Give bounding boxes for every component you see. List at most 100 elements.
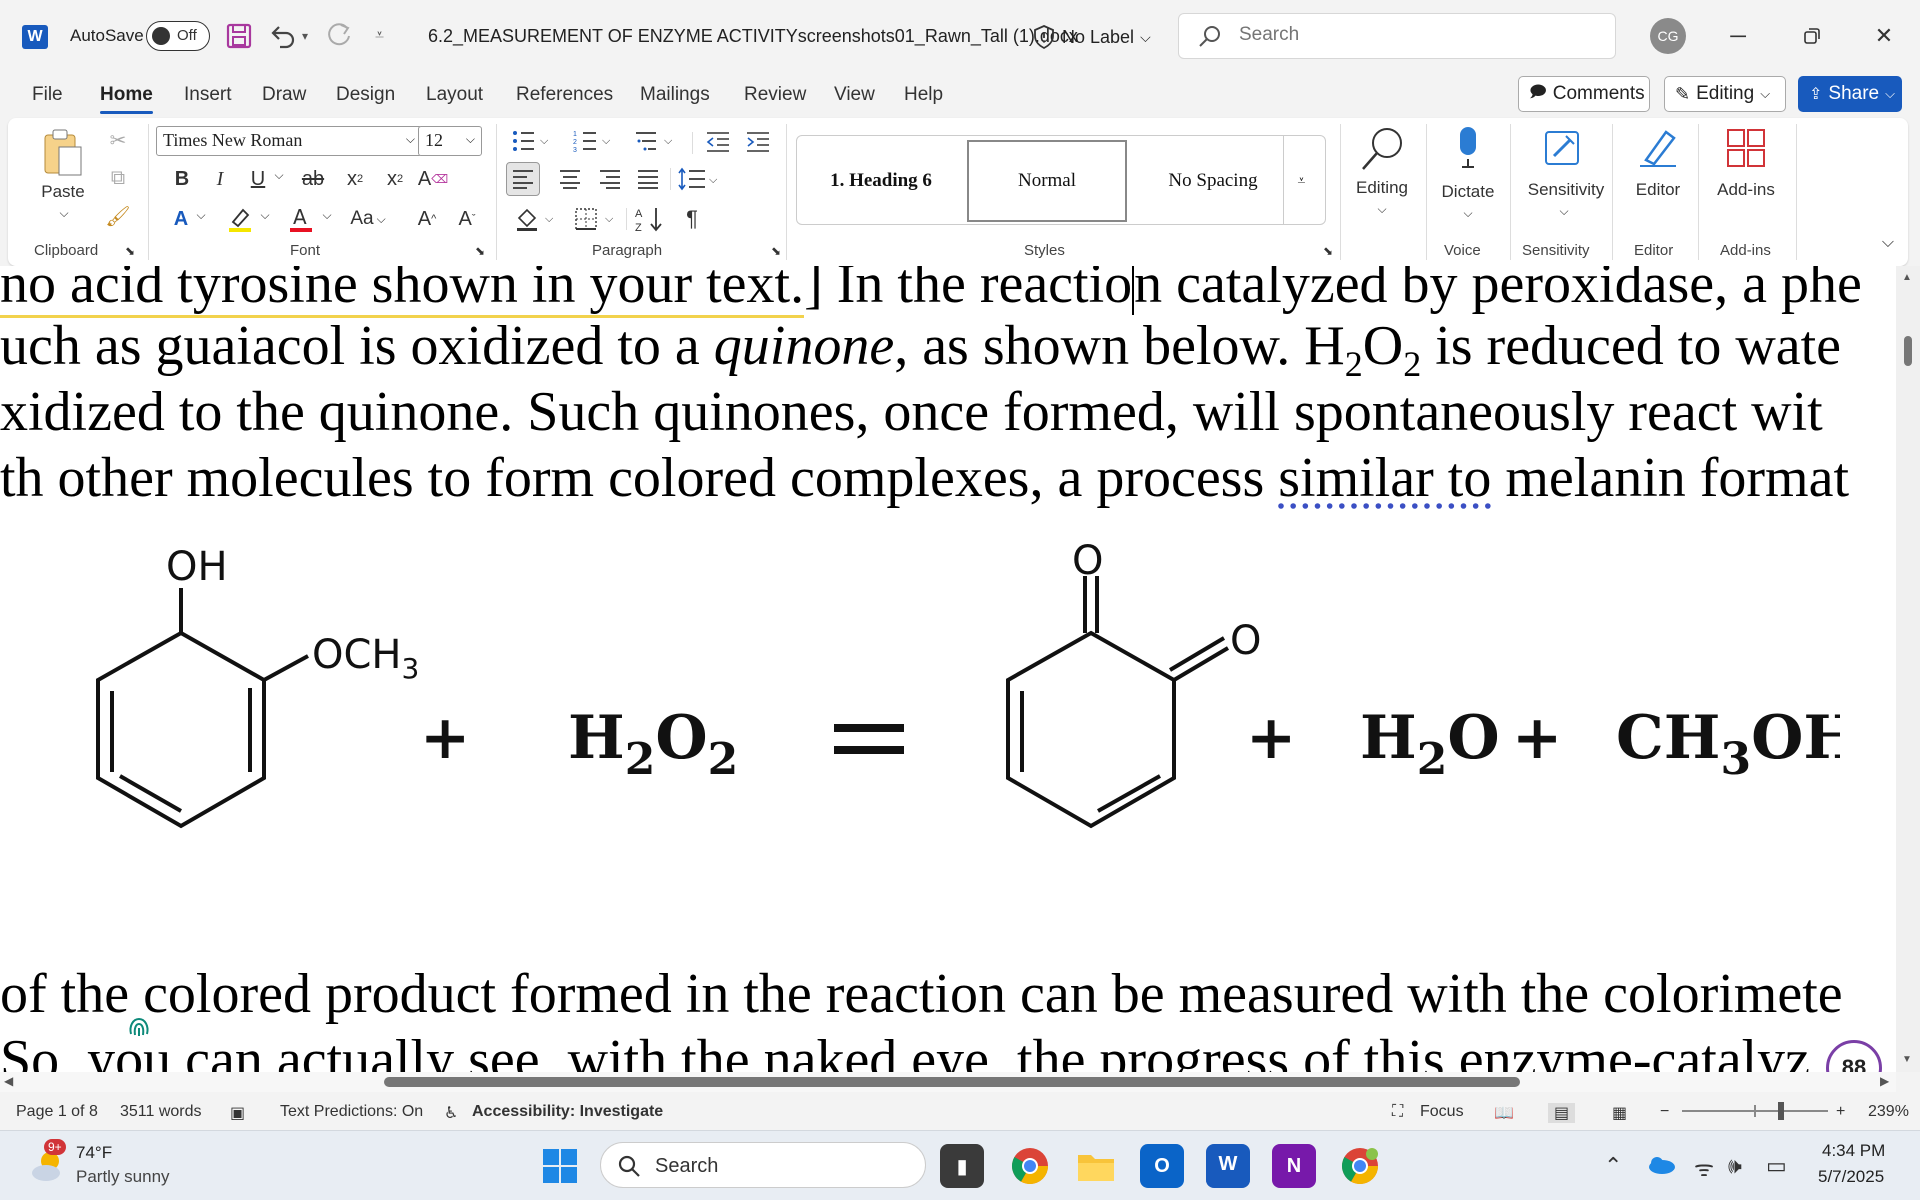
save-icon[interactable]: [226, 20, 252, 52]
tab-draw[interactable]: Draw: [262, 84, 306, 106]
tab-file[interactable]: File: [32, 84, 63, 106]
vertical-scrollbar[interactable]: ▲ ▼: [1896, 266, 1920, 1072]
increase-indent-icon[interactable]: [742, 126, 774, 156]
share-button[interactable]: ⇪ Share ⌵: [1798, 76, 1902, 112]
text-predictions-status[interactable]: Text Predictions: On: [280, 1103, 423, 1121]
sensitivity-label-button[interactable]: No Label ⌵: [1032, 24, 1151, 50]
search-input[interactable]: [1239, 24, 1599, 46]
font-color-icon[interactable]: A: [286, 204, 316, 234]
file-explorer-icon[interactable]: [1074, 1144, 1118, 1188]
scroll-up-icon[interactable]: ▲: [1902, 272, 1912, 283]
numbering-icon[interactable]: 1 2 3 ⌵: [570, 126, 614, 156]
page-count[interactable]: Page 1 of 8: [16, 1103, 98, 1121]
horizontal-scroll-thumb[interactable]: [384, 1077, 1520, 1087]
editing-label[interactable]: Editing: [1342, 178, 1422, 198]
close-icon[interactable]: ✕: [1864, 18, 1904, 54]
task-view-icon[interactable]: ▮: [940, 1144, 984, 1188]
proofing-icon[interactable]: ▣: [230, 1103, 245, 1123]
outlook-icon[interactable]: O: [1140, 1144, 1184, 1188]
word-count[interactable]: 3511 words: [120, 1103, 202, 1121]
bold-button[interactable]: B: [168, 164, 196, 194]
find-icon[interactable]: [1356, 124, 1410, 174]
zoom-in-button[interactable]: +: [1836, 1103, 1845, 1121]
comments-button[interactable]: 🗩 Comments: [1518, 76, 1650, 112]
autosave-toggle[interactable]: Off: [146, 21, 210, 51]
undo-dropdown-icon[interactable]: ▾: [302, 20, 308, 52]
weather-description[interactable]: Partly sunny: [76, 1167, 170, 1187]
scroll-down-icon[interactable]: ▼: [1902, 1054, 1912, 1065]
shading-icon[interactable]: ⌵: [512, 202, 560, 236]
undo-icon[interactable]: [268, 20, 298, 52]
microphone-icon[interactable]: [1444, 124, 1492, 174]
editing-mode-button[interactable]: ✎ Editing ⌵: [1664, 76, 1786, 112]
avatar[interactable]: CG: [1650, 18, 1686, 54]
format-painter-icon[interactable]: 🖌: [104, 202, 132, 230]
onedrive-icon[interactable]: [1646, 1155, 1676, 1175]
grow-font-icon[interactable]: A ^: [412, 204, 442, 234]
wifi-icon[interactable]: ᯤ: [1694, 1153, 1714, 1183]
zoom-slider[interactable]: [1682, 1102, 1828, 1120]
italic-button[interactable]: I: [206, 164, 234, 194]
align-center-button[interactable]: [554, 162, 586, 196]
horizontal-scrollbar[interactable]: ◀ ▶: [0, 1072, 1896, 1092]
style-heading-6[interactable]: 1. Heading 6: [801, 140, 961, 222]
style-normal[interactable]: Normal: [967, 140, 1127, 222]
font-name-dropdown[interactable]: Times New Roman ⌵: [156, 126, 422, 156]
chevron-down-icon[interactable]: ⌵: [1374, 202, 1390, 217]
strikethrough-button[interactable]: ab: [298, 164, 328, 194]
customize-toolbar-icon[interactable]: ⩡: [375, 20, 384, 52]
tab-design[interactable]: Design: [336, 84, 395, 106]
styles-more-button[interactable]: ⩡: [1283, 135, 1319, 225]
chevron-down-icon[interactable]: ⌵: [1556, 204, 1572, 219]
change-case-button[interactable]: Aa ⌵: [344, 204, 392, 234]
zoom-level[interactable]: 239%: [1868, 1103, 1909, 1121]
tab-home[interactable]: Home: [100, 84, 153, 114]
show-hidden-icons[interactable]: ⌃: [1604, 1153, 1622, 1179]
justify-button[interactable]: [632, 162, 664, 196]
dictate-label[interactable]: Dictate: [1426, 182, 1510, 202]
subscript-button[interactable]: x2: [340, 164, 370, 194]
cut-icon[interactable]: ✂: [104, 126, 132, 154]
line-spacing-icon[interactable]: ⌵: [676, 162, 722, 196]
fingerprint-icon[interactable]: [126, 1014, 152, 1040]
editor-icon[interactable]: [1634, 124, 1682, 172]
volume-icon[interactable]: 🕪: [1728, 1153, 1742, 1179]
search-box[interactable]: [1178, 13, 1616, 59]
dialog-launcher-icon[interactable]: ⬊: [122, 244, 138, 258]
tab-layout[interactable]: Layout: [426, 84, 483, 106]
underline-button[interactable]: U: [244, 164, 272, 194]
chrome-profile-icon[interactable]: [1338, 1144, 1382, 1188]
tab-help[interactable]: Help: [904, 84, 943, 106]
read-mode-icon[interactable]: 📖: [1494, 1103, 1514, 1123]
zoom-out-button[interactable]: −: [1660, 1103, 1669, 1121]
font-size-dropdown[interactable]: 12 ⌵: [418, 126, 482, 156]
collapse-ribbon-icon[interactable]: ⌵: [1878, 234, 1898, 252]
print-layout-icon[interactable]: ▤: [1548, 1103, 1576, 1123]
superscript-button[interactable]: x2: [380, 164, 410, 194]
restore-icon[interactable]: [1792, 18, 1832, 54]
tab-mailings[interactable]: Mailings: [640, 84, 710, 106]
style-no-spacing[interactable]: No Spacing: [1133, 140, 1293, 222]
decrease-indent-icon[interactable]: [702, 126, 734, 156]
chevron-down-icon[interactable]: ⌵: [1460, 206, 1476, 221]
onenote-icon[interactable]: N: [1272, 1144, 1316, 1188]
clear-formatting-icon[interactable]: A ⌫: [418, 164, 448, 194]
paste-dropdown-icon[interactable]: ⌵: [54, 206, 74, 221]
scroll-right-icon[interactable]: ▶: [1880, 1074, 1889, 1088]
tab-references[interactable]: References: [516, 84, 613, 106]
accessibility-icon[interactable]: ♿: [444, 1103, 458, 1123]
chrome-icon[interactable]: [1008, 1144, 1052, 1188]
tab-insert[interactable]: Insert: [184, 84, 232, 106]
paste-icon[interactable]: [40, 126, 86, 180]
web-layout-icon[interactable]: ▦: [1612, 1103, 1627, 1123]
minimize-icon[interactable]: ─: [1718, 18, 1758, 54]
weather-temperature[interactable]: 74°F: [76, 1143, 112, 1163]
underline-dropdown-icon[interactable]: ⌵: [272, 168, 286, 183]
redo-icon[interactable]: [325, 20, 355, 52]
scroll-left-icon[interactable]: ◀: [4, 1074, 13, 1088]
align-left-button[interactable]: [506, 162, 540, 196]
add-ins-button-label[interactable]: Add-ins: [1708, 180, 1784, 200]
tab-view[interactable]: View: [834, 84, 875, 106]
bullets-icon[interactable]: ⌵: [508, 126, 552, 156]
highlight-icon[interactable]: [224, 204, 256, 234]
